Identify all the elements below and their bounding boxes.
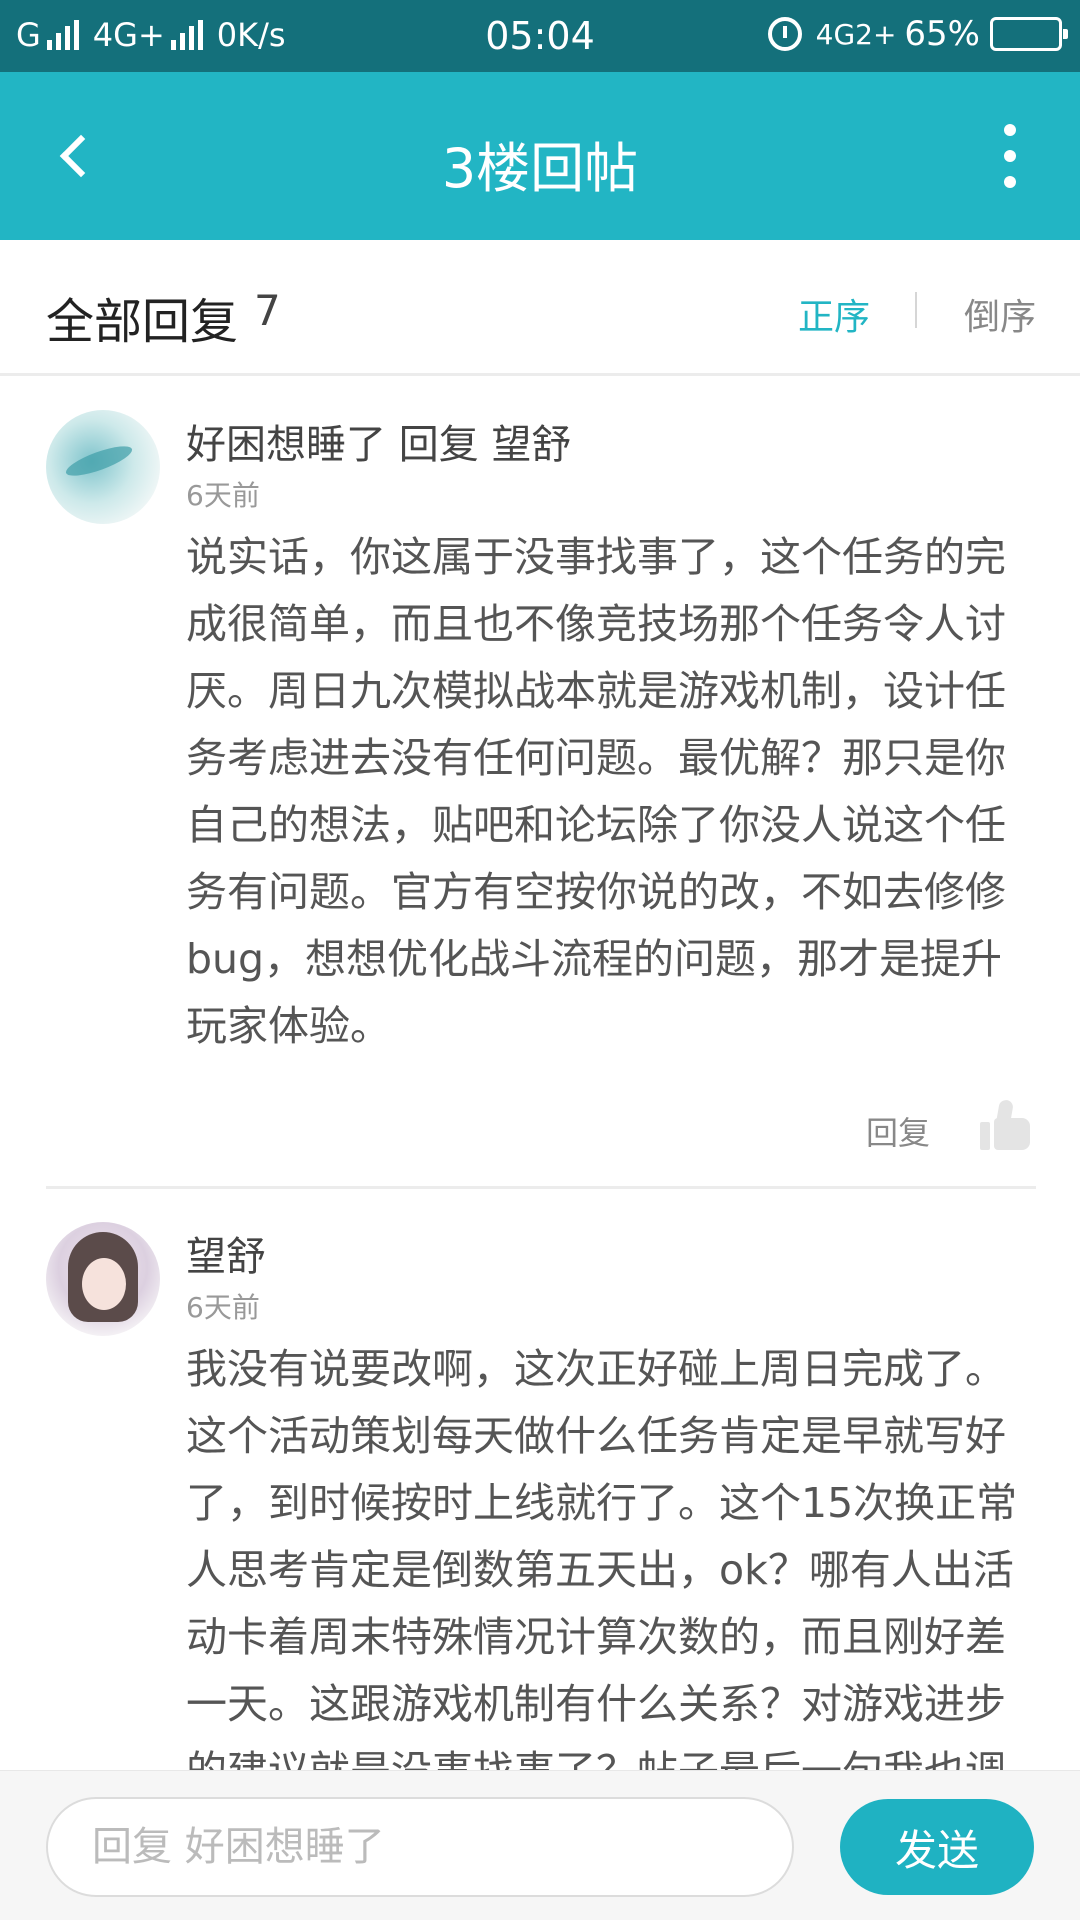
avatar[interactable] (46, 410, 160, 524)
send-button[interactable]: 发送 (840, 1799, 1034, 1895)
sort-divider (915, 292, 917, 328)
more-dot-icon (1004, 176, 1016, 188)
comment-body: 我没有说要改啊，这次正好碰上周日完成了。这个活动策划每天做什么任务肯定是早就写好… (186, 1345, 1018, 1772)
battery-percent: 65% (904, 14, 980, 54)
comment-time: 6天前 (186, 479, 260, 512)
more-options-button[interactable] (990, 124, 1030, 188)
comment-item: 好困想睡了 回复 望舒 6天前 说实话，你这属于没事找事了，这个任务的完成很简单… (0, 380, 1080, 1190)
comment-time: 6天前 (186, 1291, 260, 1324)
alarm-icon (767, 17, 802, 51)
page-title: 3楼回帖 (441, 137, 639, 200)
sort-descending-button[interactable]: 倒序 (964, 288, 1036, 340)
reply-button[interactable]: 回复 (866, 1108, 930, 1154)
comment-author[interactable]: 好困想睡了 回复 望舒 (186, 412, 571, 470)
all-replies-title: 全部回复 (46, 294, 239, 350)
comment-body: 说实话，你这属于没事找事了，这个任务的完成很简单，而且也不像竞技场那个任务令人讨… (186, 533, 1006, 1050)
comment-author[interactable]: 望舒 (186, 1224, 266, 1282)
thumb-cuff (980, 1122, 990, 1150)
sort-ascending-button[interactable]: 正序 (798, 288, 870, 340)
reply-count: 7 (254, 286, 281, 335)
reply-bar: 发送 (0, 1770, 1080, 1920)
status-bar: G 4G+ 0K/s 05:04 4G2+ 65% (0, 0, 1080, 72)
status-right: 4G2+ 65% (767, 14, 1068, 54)
reply-input[interactable] (46, 1797, 794, 1897)
more-dot-icon (1004, 124, 1016, 136)
comment-item: 望舒 6天前 我没有说要改啊，这次正好碰上周日完成了。这个活动策划每天做什么任务… (0, 1192, 1080, 1772)
app-bar: 3楼回帖 (0, 72, 1080, 240)
network2-label: 4G2+ (815, 17, 897, 51)
avatar[interactable] (46, 1222, 160, 1336)
reply-header: 全部回复 7 正序 倒序 (0, 240, 1080, 376)
battery-icon (990, 17, 1068, 51)
thumbs-up-icon[interactable] (980, 1098, 1030, 1150)
divider (46, 1186, 1036, 1189)
more-dot-icon (1004, 150, 1016, 162)
